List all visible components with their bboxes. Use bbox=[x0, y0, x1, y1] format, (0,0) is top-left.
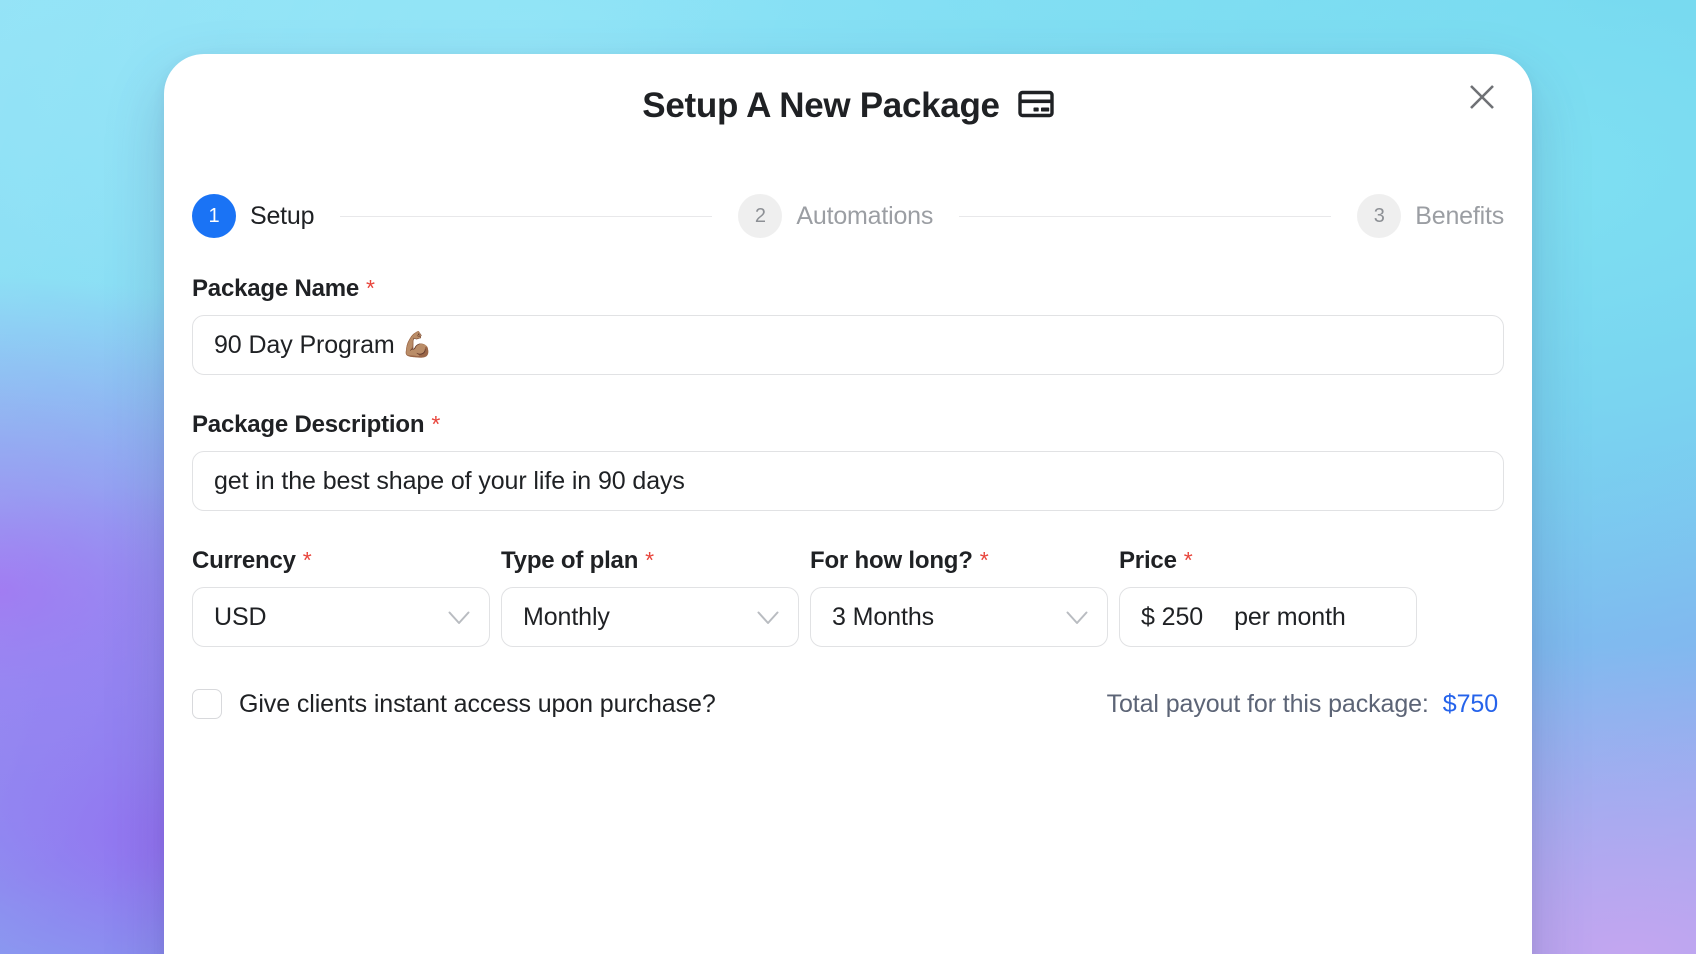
package-description-label-text: Package Description bbox=[192, 411, 425, 438]
package-description-field-group: Package Description * get in the best sh… bbox=[192, 411, 1504, 511]
stepper-connector-2 bbox=[959, 215, 1332, 217]
step-number-badge-2: 2 bbox=[738, 194, 783, 238]
package-name-label-text: Package Name bbox=[192, 275, 360, 302]
price-input[interactable]: $ 250 per month bbox=[1119, 587, 1417, 647]
package-name-input[interactable]: 90 Day Program 💪🏽 bbox=[192, 315, 1504, 375]
stepper-connector-1 bbox=[340, 215, 713, 217]
type-of-plan-select[interactable]: Monthly bbox=[501, 587, 799, 647]
step-label-benefits: Benefits bbox=[1415, 201, 1504, 230]
currency-label-text: Currency bbox=[192, 547, 296, 574]
package-name-label: Package Name * bbox=[192, 275, 1504, 303]
required-asterisk: * bbox=[302, 547, 312, 573]
total-payout-value: $750 bbox=[1442, 689, 1498, 718]
chevron-down-icon bbox=[1066, 603, 1088, 632]
total-payout-label: Total payout for this package: bbox=[1106, 689, 1429, 718]
duration-label-text: For how long? bbox=[810, 547, 973, 574]
package-description-value: get in the best shape of your life in 90… bbox=[214, 466, 685, 495]
package-description-label: Package Description * bbox=[192, 411, 1504, 439]
stepper-step-setup[interactable]: 1 Setup bbox=[192, 194, 315, 238]
required-asterisk: * bbox=[431, 411, 441, 437]
page-title: Setup A New Package bbox=[642, 86, 1000, 125]
setup-form: Package Name * 90 Day Program 💪🏽 Package… bbox=[164, 275, 1532, 719]
currency-label: Currency * bbox=[192, 547, 501, 575]
stepper-step-automations[interactable]: 2 Automations bbox=[738, 194, 933, 238]
step-number-badge-1: 1 bbox=[192, 194, 236, 238]
step-label-automations: Automations bbox=[796, 201, 934, 230]
currency-select[interactable]: USD bbox=[192, 587, 490, 647]
chevron-down-icon bbox=[757, 603, 779, 632]
close-button[interactable] bbox=[1460, 77, 1504, 121]
package-description-input[interactable]: get in the best shape of your life in 90… bbox=[192, 451, 1504, 511]
chevron-down-icon bbox=[448, 603, 470, 632]
required-asterisk: * bbox=[1183, 547, 1193, 573]
total-payout-group: Total payout for this package: $750 bbox=[1107, 690, 1504, 719]
duration-label: For how long? * bbox=[810, 547, 1119, 575]
required-asterisk: * bbox=[645, 547, 654, 573]
package-name-field-group: Package Name * 90 Day Program 💪🏽 bbox=[192, 275, 1504, 375]
instant-access-checkbox-group[interactable]: Give clients instant access upon purchas… bbox=[192, 689, 716, 719]
step-number-badge-3: 3 bbox=[1357, 194, 1402, 238]
price-label-text: Price bbox=[1119, 547, 1177, 574]
price-period-suffix: per month bbox=[1234, 602, 1346, 631]
type-of-plan-label: Type of plan * bbox=[501, 547, 810, 575]
required-asterisk: * bbox=[979, 547, 989, 573]
stepper-step-benefits[interactable]: 3 Benefits bbox=[1357, 194, 1504, 238]
progress-stepper: 1 Setup 2 Automations 3 Benefits bbox=[192, 194, 1504, 238]
credit-card-icon bbox=[1018, 90, 1054, 123]
price-value: $ 250 bbox=[1141, 602, 1204, 631]
close-icon bbox=[1467, 82, 1497, 117]
price-label: Price * bbox=[1119, 547, 1428, 575]
currency-value: USD bbox=[214, 602, 267, 631]
type-of-plan-field-group: Type of plan * Monthly bbox=[501, 547, 810, 647]
price-field-group: Price * $ 250 per month bbox=[1119, 547, 1428, 647]
type-of-plan-label-text: Type of plan bbox=[501, 547, 639, 574]
modal-header: Setup A New Package bbox=[164, 54, 1532, 168]
instant-access-checkbox[interactable] bbox=[192, 689, 222, 719]
step-label-setup: Setup bbox=[250, 201, 315, 230]
instant-access-label: Give clients instant access upon purchas… bbox=[239, 689, 716, 718]
duration-value: 3 Months bbox=[832, 602, 935, 631]
pricing-options-row: Currency * USD Type of plan * Monthly Fo… bbox=[192, 547, 1504, 647]
required-asterisk: * bbox=[366, 275, 375, 301]
package-name-value: 90 Day Program 💪🏽 bbox=[214, 330, 433, 359]
form-footer-row: Give clients instant access upon purchas… bbox=[192, 689, 1504, 719]
duration-field-group: For how long? * 3 Months bbox=[810, 547, 1119, 647]
type-of-plan-value: Monthly bbox=[523, 602, 610, 631]
setup-package-modal: Setup A New Package 1 Setup 2 Automation… bbox=[164, 54, 1532, 954]
duration-select[interactable]: 3 Months bbox=[810, 587, 1108, 647]
modal-title-group: Setup A New Package bbox=[164, 86, 1532, 126]
currency-field-group: Currency * USD bbox=[192, 547, 501, 647]
